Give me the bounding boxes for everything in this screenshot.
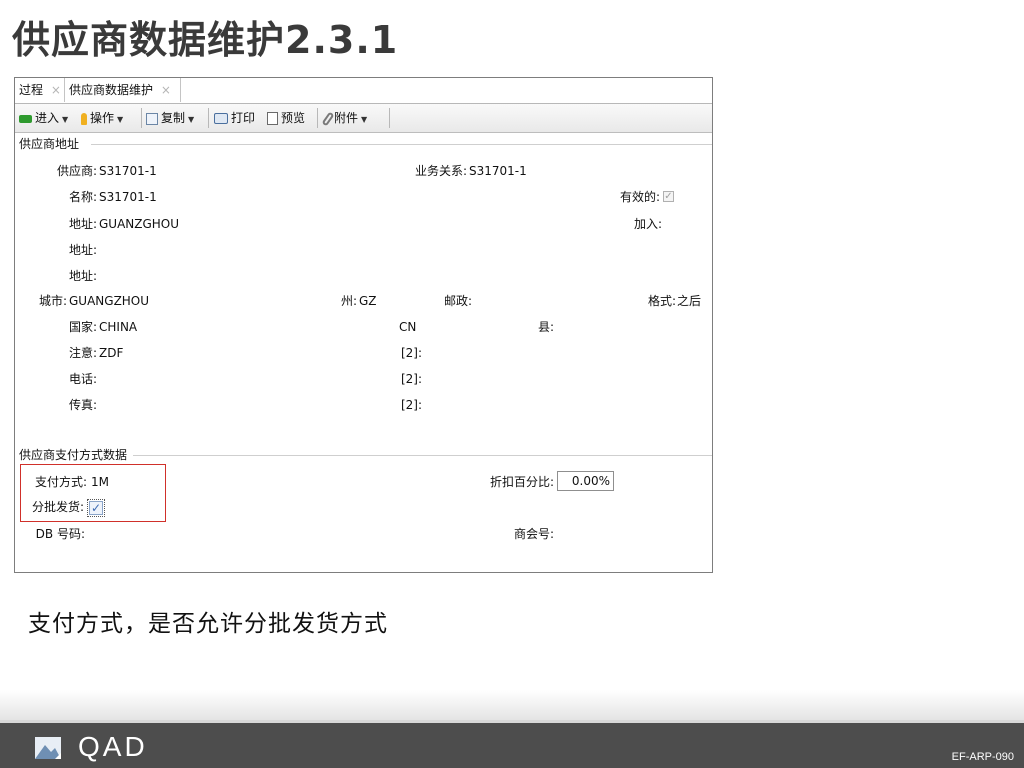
slide-caption: 支付方式，是否允许分批发货方式: [28, 611, 388, 637]
discount-input[interactable]: 0.00%: [557, 471, 614, 491]
app-window: 过程 × 供应商数据维护 × 进入▼ 操作▼ 复制▼ 打印 预览 附件▼: [14, 77, 713, 573]
active-label: 有效的:: [619, 190, 660, 204]
tab-supplier-maintenance[interactable]: 供应商数据维护 ×: [65, 78, 181, 102]
print-button[interactable]: 打印: [214, 109, 255, 127]
enter-button[interactable]: 进入 ▼: [19, 109, 68, 127]
footer-bar: QAD EF-ARP-090: [0, 720, 1024, 768]
chevron-down-icon: ▼: [117, 115, 124, 124]
section-divider: [133, 455, 712, 456]
operate-label: 操作: [90, 111, 115, 125]
city-value[interactable]: GUANGZHOU: [69, 293, 149, 309]
phone-label: 电话:: [68, 372, 97, 386]
postal-label: 邮政:: [443, 294, 472, 308]
copy-label: 复制: [161, 111, 186, 125]
format-label: 格式:: [647, 294, 676, 308]
active-checkbox[interactable]: ✓: [663, 191, 674, 202]
discount-label: 折扣百分比:: [489, 475, 554, 489]
county-label: 县:: [537, 320, 554, 334]
payment-method-value[interactable]: 1M: [91, 474, 109, 490]
operate-button[interactable]: 操作 ▼: [81, 109, 123, 127]
name-value[interactable]: S31701-1: [99, 189, 157, 205]
toolbar-divider: [208, 108, 209, 128]
attention2-label: [2]:: [400, 346, 422, 360]
close-icon[interactable]: ×: [51, 83, 61, 97]
preview-icon: [267, 112, 278, 125]
chevron-down-icon: ▼: [361, 115, 368, 124]
preview-button[interactable]: 预览: [267, 109, 305, 127]
print-label: 打印: [231, 111, 256, 125]
tab-process[interactable]: 过程 ×: [15, 78, 65, 102]
close-icon[interactable]: ×: [161, 83, 171, 97]
toolbar-divider: [141, 108, 142, 128]
attach-button[interactable]: 附件 ▼: [321, 109, 368, 127]
partial-shipment-label: 分批发货:: [31, 500, 84, 514]
tab-label: 过程: [19, 83, 44, 97]
address1-label: 地址:: [68, 217, 97, 231]
paperclip-icon: [321, 111, 335, 126]
chevron-down-icon: ▼: [188, 115, 195, 124]
join-label: 加入:: [633, 217, 662, 231]
supplier-value[interactable]: S31701-1: [99, 163, 157, 179]
preview-label: 预览: [281, 111, 306, 125]
fax2-label: [2]:: [400, 398, 422, 412]
chevron-down-icon: ▼: [62, 115, 69, 124]
supplier-label: 供应商:: [56, 164, 97, 178]
format-value[interactable]: 之后: [677, 293, 701, 309]
fax-label: 传真:: [68, 398, 97, 412]
payment-method-label: 支付方式:: [34, 475, 87, 489]
payment-section-header: 供应商支付方式数据: [19, 448, 128, 462]
city-label: 城市:: [38, 294, 67, 308]
arrow-enter-icon: [19, 114, 32, 123]
country-label: 国家:: [68, 320, 97, 334]
attention-value[interactable]: ZDF: [99, 345, 123, 361]
relation-label: 业务关系:: [414, 164, 467, 178]
country-value[interactable]: CHINA: [99, 319, 137, 335]
db-number-label: DB 号码:: [35, 527, 85, 541]
relation-value[interactable]: S31701-1: [469, 163, 527, 179]
tab-label: 供应商数据维护: [69, 83, 154, 97]
name-label: 名称:: [68, 190, 97, 204]
state-value[interactable]: GZ: [359, 293, 377, 309]
toolbar-divider: [317, 108, 318, 128]
copy-button[interactable]: 复制 ▼: [146, 109, 194, 127]
qad-logo-icon: [35, 737, 61, 759]
chamber-number-label: 商会号:: [513, 527, 554, 541]
footer-fade: [0, 690, 1024, 720]
slide-code: EF-ARP-090: [951, 751, 1014, 763]
tab-bar: 过程 × 供应商数据维护 ×: [15, 78, 712, 104]
state-label: 州:: [340, 294, 357, 308]
toolbar: 进入 ▼ 操作 ▼ 复制 ▼ 打印 预览 附件 ▼: [15, 104, 712, 133]
attach-label: 附件: [334, 111, 359, 125]
copy-icon: [146, 112, 158, 125]
attention-label: 注意:: [68, 346, 97, 360]
address3-label: 地址:: [68, 269, 97, 283]
toolbar-divider: [389, 108, 390, 128]
enter-label: 进入: [35, 111, 60, 125]
phone2-label: [2]:: [400, 372, 422, 386]
printer-icon: [214, 113, 228, 124]
lightbulb-icon: [81, 112, 87, 125]
partial-shipment-checkbox[interactable]: ✓: [87, 499, 105, 517]
section-divider: [91, 144, 712, 145]
qad-logo-text: QAD: [78, 731, 148, 762]
address2-label: 地址:: [68, 243, 97, 257]
slide-title: 供应商数据维护2.3.1: [12, 18, 399, 62]
address1-value[interactable]: GUANZGHOU: [99, 216, 179, 232]
address-section-header: 供应商地址: [19, 137, 80, 151]
country-code: CN: [399, 320, 417, 334]
